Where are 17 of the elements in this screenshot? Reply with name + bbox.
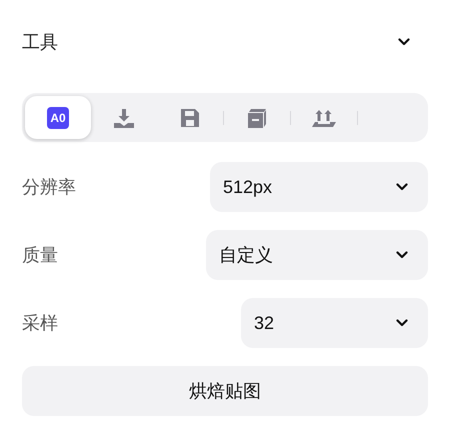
box-icon <box>246 106 268 128</box>
dropdown[interactable]: 32 <box>241 298 428 348</box>
chevron-icon <box>396 251 408 259</box>
field-label: 分辨率 <box>22 176 76 198</box>
save-icon <box>179 106 201 128</box>
download-icon <box>113 106 135 128</box>
chevron-icon <box>396 183 408 191</box>
chevron-icon <box>396 319 408 327</box>
dropdown[interactable]: 自定义 <box>206 230 428 280</box>
bake-button[interactable]: 烘焙贴图 <box>22 366 428 416</box>
toolbar-tab[interactable]: A0 <box>25 96 91 139</box>
field-label: 质量 <box>22 244 58 266</box>
dropdown[interactable]: 512px <box>210 162 428 212</box>
field-label: 采样 <box>22 312 58 334</box>
panel-title: 工具 <box>22 30 58 54</box>
logo-icon: A0 <box>47 106 69 128</box>
chevron-icon <box>398 38 410 46</box>
